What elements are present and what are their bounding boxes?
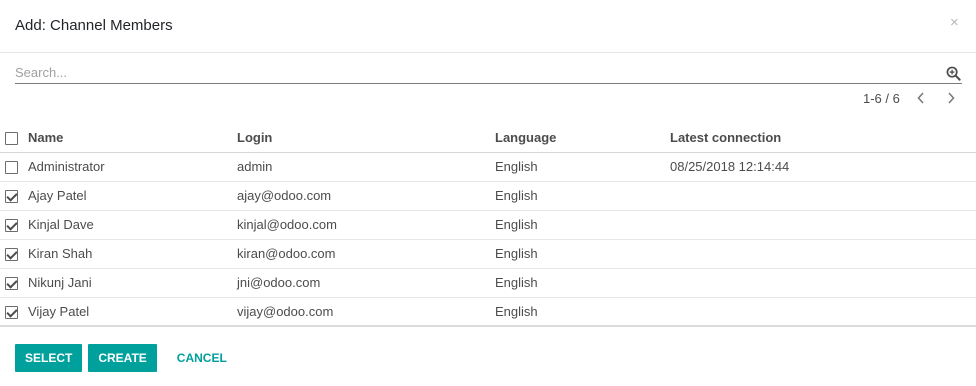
row-checkbox-cell — [0, 268, 28, 298]
select-button[interactable]: SELECT — [15, 344, 83, 372]
create-button[interactable]: CREATE — [88, 344, 157, 372]
search-input[interactable] — [15, 62, 915, 82]
cell-language: English — [495, 181, 670, 211]
table-row[interactable]: Administrator admin English 08/25/2018 12:1… — [0, 152, 976, 182]
chevron-right-icon — [948, 92, 955, 104]
cell-latest-connection — [670, 297, 976, 327]
cell-name: Kiran Shah — [28, 239, 237, 269]
select-all-checkbox[interactable] — [5, 131, 18, 145]
table-row[interactable]: Ajay Patel ajay@odoo.com English — [0, 181, 976, 211]
table-row[interactable]: Vijay Patel vijay@odoo.com English — [0, 297, 976, 327]
row-checkbox[interactable] — [5, 277, 18, 291]
cell-language: English — [495, 152, 670, 182]
dialog-footer: SELECT CREATE CANCEL — [15, 344, 241, 372]
row-checkbox-cell — [0, 297, 28, 327]
row-checkbox-cell — [0, 210, 28, 240]
row-checkbox[interactable] — [5, 248, 18, 262]
chevron-left-icon — [917, 92, 924, 104]
users-table: Name Login Language Latest connection Ad… — [0, 123, 976, 327]
table-row[interactable]: Kiran Shah kiran@odoo.com English — [0, 239, 976, 269]
column-header-language[interactable]: Language — [495, 123, 670, 153]
pager-value[interactable]: 1-6 / 6 — [863, 91, 900, 106]
row-checkbox-cell — [0, 181, 28, 211]
cell-latest-connection — [670, 239, 976, 269]
table-header-row: Name Login Language Latest connection — [0, 123, 976, 153]
cell-login: kinjal@odoo.com — [237, 210, 495, 240]
cell-name: Administrator — [28, 152, 237, 182]
row-checkbox[interactable] — [5, 305, 18, 319]
cell-name: Vijay Patel — [28, 297, 237, 327]
pager-next-button[interactable] — [944, 91, 958, 105]
cell-login: admin — [237, 152, 495, 182]
cell-language: English — [495, 239, 670, 269]
row-checkbox[interactable] — [5, 190, 18, 204]
cell-name: Ajay Patel — [28, 181, 237, 211]
table-row[interactable]: Kinjal Dave kinjal@odoo.com English — [0, 210, 976, 240]
cell-name: Kinjal Dave — [28, 210, 237, 240]
cell-name: Nikunj Jani — [28, 268, 237, 298]
search-bar — [15, 62, 962, 84]
cell-login: kiran@odoo.com — [237, 239, 495, 269]
row-checkbox-cell — [0, 152, 28, 182]
pager: 1-6 / 6 — [863, 90, 974, 106]
cell-language: English — [495, 210, 670, 240]
pager-previous-button[interactable] — [914, 91, 928, 105]
close-icon[interactable]: × — [950, 14, 959, 31]
column-header-name[interactable]: Name — [28, 123, 237, 153]
column-header-latest-connection[interactable]: Latest connection — [670, 123, 976, 153]
cell-latest-connection — [670, 268, 976, 298]
dialog-title: Add: Channel Members — [15, 17, 173, 34]
cell-login: vijay@odoo.com — [237, 297, 495, 327]
row-checkbox[interactable] — [5, 161, 18, 175]
cell-latest-connection — [670, 181, 976, 211]
cell-login: ajay@odoo.com — [237, 181, 495, 211]
cell-latest-connection — [670, 210, 976, 240]
cell-language: English — [495, 297, 670, 327]
row-checkbox[interactable] — [5, 219, 18, 233]
column-header-login[interactable]: Login — [237, 123, 495, 153]
table-row[interactable]: Nikunj Jani jni@odoo.com English — [0, 268, 976, 298]
dialog-header: Add: Channel Members × — [0, 0, 976, 53]
select-all-cell — [0, 123, 28, 153]
cell-login: jni@odoo.com — [237, 268, 495, 298]
cell-language: English — [495, 268, 670, 298]
cell-latest-connection: 08/25/2018 12:14:44 — [670, 152, 976, 182]
search-plus-icon[interactable] — [946, 66, 961, 81]
cancel-button[interactable]: CANCEL — [163, 344, 241, 372]
row-checkbox-cell — [0, 239, 28, 269]
